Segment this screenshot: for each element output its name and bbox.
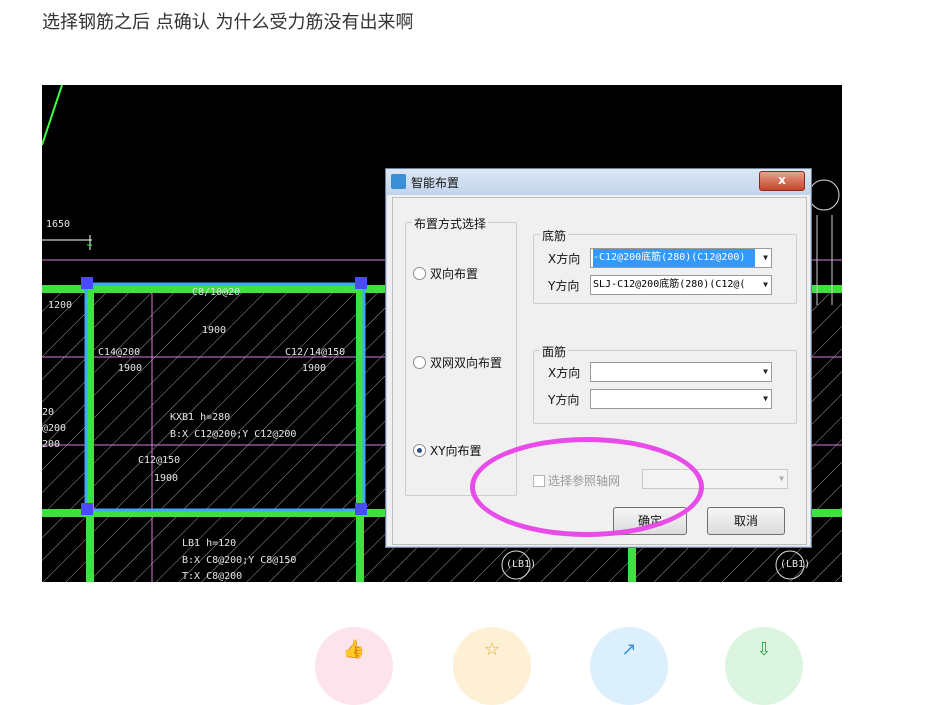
cad-label: 1200 — [48, 300, 73, 311]
radio-two-way[interactable]: 双向布置 — [413, 265, 478, 282]
top-y-select[interactable]: ▼ — [590, 389, 772, 409]
top-y-label: Y方向 — [548, 393, 580, 407]
radio-xy[interactable]: XY向布置 — [413, 442, 482, 459]
cad-label: 200 — [42, 439, 61, 450]
download-button[interactable]: ⇩ — [725, 627, 803, 705]
cad-label: T:X C8@200 — [182, 571, 243, 582]
cad-label: C12/14@150 — [285, 347, 346, 358]
smart-layout-dialog: 智能布置 x 布置方式选择 双向布置 双网双向布置 XY向布置 底筋 X方向 -… — [385, 168, 812, 548]
radio-double-net-label: 双网双向布置 — [430, 356, 503, 370]
radio-dot-selected — [413, 444, 426, 457]
cad-label: C14@200 — [98, 347, 141, 358]
cad-label: 20 — [42, 407, 55, 418]
top-x-label: X方向 — [548, 366, 581, 380]
bottom-y-value: SLJ-C12@200底筋(280)(C12@( — [593, 279, 746, 290]
cad-label: B:X C12@200;Y C12@200 — [170, 429, 297, 440]
checkbox-box — [533, 474, 545, 487]
like-button[interactable]: 👍 — [315, 627, 393, 705]
cad-label: 1900 — [154, 473, 179, 484]
ref-axis-label: 选择参照轴网 — [548, 474, 621, 488]
radio-dot — [413, 356, 426, 369]
cad-label: LB1 h=120 — [182, 538, 237, 549]
download-icon: ⇩ — [756, 639, 772, 660]
cad-label: (LB1) — [780, 559, 811, 570]
cad-label: C8/10@20 — [192, 287, 241, 298]
chevron-down-icon: ▼ — [763, 394, 768, 403]
cad-label: C12@150 — [138, 455, 181, 466]
dialog-title: 智能布置 — [411, 176, 460, 190]
close-button[interactable]: x — [759, 171, 805, 191]
dialog-titlebar[interactable]: 智能布置 x — [386, 169, 811, 195]
cad-label: 1650 — [46, 219, 71, 230]
question-text: 选择钢筋之后 点确认 为什么受力筋没有出来啊 — [42, 12, 414, 33]
chevron-down-icon: ▼ — [763, 280, 768, 289]
bottom-x-label: X方向 — [548, 252, 581, 266]
cad-label: 1900 — [118, 363, 143, 374]
thumbs-up-icon: 👍 — [342, 639, 366, 660]
star-icon: ☆ — [483, 639, 501, 660]
top-x-select[interactable]: ▼ — [590, 362, 772, 382]
bottom-x-value: -C12@200底筋(280)(C12@200) — [593, 249, 755, 267]
dialog-body: 布置方式选择 双向布置 双网双向布置 XY向布置 底筋 X方向 -C12@200… — [392, 197, 807, 545]
cad-label: B:X C8@200;Y C8@150 — [182, 555, 297, 566]
bottom-y-label: Y方向 — [548, 279, 580, 293]
favorite-button[interactable]: ☆ — [453, 627, 531, 705]
cad-label: 1900 — [302, 363, 327, 374]
bottom-rebar-label: 底筋 — [540, 227, 569, 244]
cancel-button[interactable]: 取消 — [707, 507, 785, 535]
cad-label: KXB1 h=280 — [170, 412, 231, 423]
radio-xy-label: XY向布置 — [430, 444, 482, 458]
ref-axis-checkbox[interactable]: 选择参照轴网 — [533, 472, 620, 489]
radio-dot — [413, 267, 426, 280]
ref-axis-select[interactable]: ▼ — [642, 469, 788, 489]
bottom-y-select[interactable]: SLJ-C12@200底筋(280)(C12@( ▼ — [590, 275, 772, 295]
cad-label: (LB1) — [506, 559, 537, 570]
chevron-down-icon: ▼ — [779, 474, 784, 483]
app-icon — [391, 174, 406, 189]
cad-label: @200 — [42, 423, 67, 434]
share-button[interactable]: ↗ — [590, 627, 668, 705]
radio-two-way-label: 双向布置 — [430, 267, 479, 281]
top-rebar-label: 面筋 — [540, 343, 569, 360]
cad-label: 1900 — [202, 325, 227, 336]
layout-mode-label: 布置方式选择 — [412, 215, 489, 232]
bottom-x-select[interactable]: -C12@200底筋(280)(C12@200) ▼ — [590, 248, 772, 268]
radio-double-net[interactable]: 双网双向布置 — [413, 354, 502, 371]
share-icon: ↗ — [621, 639, 637, 660]
ok-button[interactable]: 确定 — [613, 507, 687, 535]
chevron-down-icon: ▼ — [763, 253, 768, 262]
chevron-down-icon: ▼ — [763, 367, 768, 376]
